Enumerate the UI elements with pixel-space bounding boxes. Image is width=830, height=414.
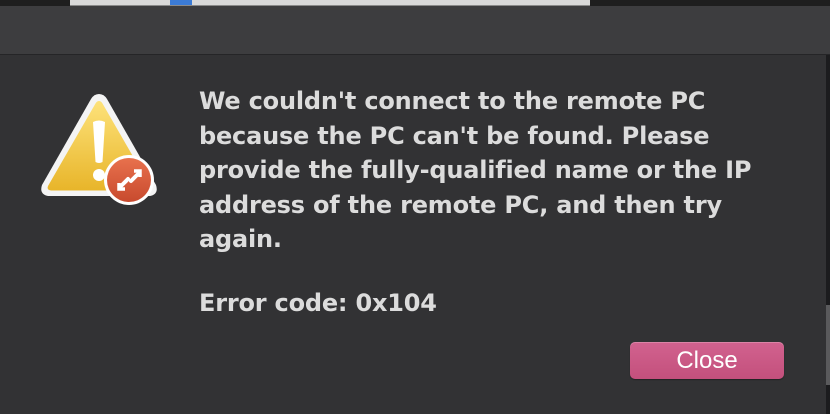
close-button[interactable]: Close	[630, 342, 784, 379]
remote-desktop-badge-icon	[104, 155, 154, 205]
scroll-indicator	[826, 305, 830, 385]
warning-triangle-icon	[41, 94, 157, 205]
background-selection-marker	[170, 0, 192, 5]
screen: We couldn't connect to the remote PC bec…	[0, 0, 830, 414]
alert-message: We couldn't connect to the remote PC bec…	[199, 87, 752, 253]
error-code-text: Error code: 0x104	[199, 289, 437, 317]
window-edge	[826, 55, 830, 414]
background-window-toolbar	[0, 6, 830, 55]
